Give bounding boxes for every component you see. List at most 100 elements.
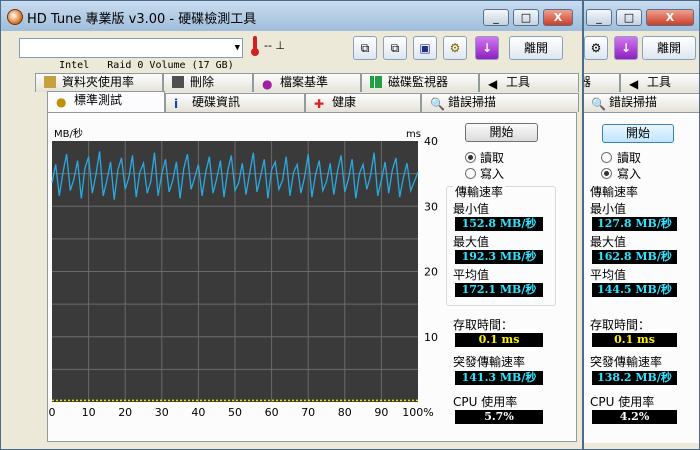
back-cpu-value: 4.2%	[592, 410, 677, 424]
back-tab-error-scan[interactable]: 🔍 錯誤掃描	[584, 93, 699, 112]
back-tab-label: 器	[584, 75, 591, 89]
speaker-icon: ◀	[488, 77, 498, 91]
start-button[interactable]: 開始	[465, 123, 538, 142]
back-cpu-label: CPU 使用率	[590, 395, 655, 409]
max-value: 192.3 MB/秒	[455, 250, 543, 264]
options-icon[interactable]: ⚙	[443, 36, 467, 60]
drive-select-value: Intel Raid 0 Volume (17 GB)	[59, 60, 234, 71]
back-max-value: 162.8 MB/秒	[592, 250, 677, 264]
access-value: 0.1 ms	[455, 333, 543, 347]
main-window: HD Tune 專業版 v3.00 - 硬碟檢測工具 _ □ X Intel R…	[0, 0, 583, 450]
magnifier-icon: 🔍	[430, 97, 445, 111]
max-label: 最大值	[453, 235, 490, 249]
radio-write[interactable]	[465, 168, 476, 179]
x-tick: 90	[374, 406, 388, 419]
back-transfer-label: 傳輸速率	[590, 185, 639, 199]
maximize-button[interactable]: □	[513, 9, 539, 26]
speaker-icon: ◀	[629, 77, 639, 91]
magnifier-icon: 🔍	[591, 97, 606, 111]
transfer-chart: MB/秒ms2001501005040302010010203040506070…	[49, 127, 439, 419]
back-min-value: 127.8 MB/秒	[592, 217, 677, 231]
tab-benchmark[interactable]: ● 標準測試	[47, 91, 165, 112]
cpu-label: CPU 使用率	[453, 395, 518, 409]
copy-info-icon[interactable]: ⧉	[353, 36, 377, 60]
back-window: _ □ X ⚙ ↓ 離開 器 ◀ 工具 🔍錯誤掃描 開始 讀取 寫入 傳輸速率 最…	[583, 0, 700, 450]
tab-tools[interactable]: ◀ 工具	[479, 73, 579, 92]
window-title: HD Tune 專業版 v3.00 - 硬碟檢測工具	[27, 12, 257, 27]
back-max-label: 最大值	[590, 235, 627, 249]
tab-label: 健康	[332, 95, 357, 109]
back-panel: 開始 讀取 寫入 傳輸速率 最小值 127.8 MB/秒 最大值 162.8 M…	[584, 112, 699, 443]
back-tab-monitor[interactable]: 器	[584, 73, 620, 92]
x-tick: 0	[49, 406, 56, 419]
tab-file-benchmark[interactable]: ● 檔案基準	[253, 73, 361, 92]
tab-health[interactable]: ✚ 健康	[305, 93, 421, 112]
main-toolbar: Intel Raid 0 Volume (17 GB) ▼ -- ⊥ ⧉ ⧉ ▣…	[1, 31, 582, 71]
back-title-bar: _ □ X	[584, 1, 699, 31]
exit-button[interactable]: 離開	[509, 36, 563, 60]
y-tick-right: 40	[424, 135, 438, 148]
tab-disk-monitor[interactable]: 磁碟監視器	[361, 73, 479, 92]
drive-select[interactable]: Intel Raid 0 Volume (17 GB) ▼	[19, 38, 243, 71]
back-radio-read[interactable]	[601, 152, 612, 163]
minimize-button[interactable]: _	[483, 9, 509, 26]
bar-chart-icon	[370, 76, 382, 88]
back-tab-label: 錯誤掃描	[609, 95, 658, 109]
back-exit-button[interactable]: 離開	[642, 36, 696, 60]
radio-read[interactable]	[465, 152, 476, 163]
avg-label: 平均值	[453, 268, 490, 282]
hd-tune-icon	[7, 9, 23, 25]
back-minimize-button[interactable]: _	[586, 9, 612, 26]
bulb-icon: ●	[262, 77, 273, 91]
burst-label: 突發傳輸速率	[453, 355, 526, 369]
back-benchmark-icon[interactable]: ⚙	[584, 36, 608, 60]
copy-image-icon[interactable]: ⧉	[383, 36, 407, 60]
x-tick: 100%	[402, 406, 433, 419]
download-icon[interactable]: ↓	[475, 36, 499, 60]
back-close-button[interactable]: X	[646, 9, 694, 26]
x-tick: 30	[155, 406, 169, 419]
tab-label: 刪除	[190, 75, 215, 89]
back-radio-write[interactable]	[601, 168, 612, 179]
back-access-value: 0.1 ms	[592, 333, 677, 347]
trash-icon	[172, 76, 184, 88]
x-tick: 60	[265, 406, 279, 419]
back-access-label: 存取時間：	[590, 318, 651, 332]
tab-info[interactable]: i 硬碟資訊	[165, 93, 305, 112]
tab-label: 磁碟監視器	[388, 75, 449, 89]
close-button[interactable]: X	[543, 9, 573, 26]
bulb-icon: ●	[56, 95, 67, 109]
x-tick: 40	[191, 406, 205, 419]
chevron-down-icon: ▼	[234, 43, 240, 53]
benchmark-panel: MB/秒ms2001501005040302010010203040506070…	[47, 112, 577, 442]
back-burst-value: 138.2 MB/秒	[592, 371, 677, 385]
y-axis-label-left: MB/秒	[54, 127, 83, 140]
tab-label: 工具	[506, 75, 531, 89]
back-tab-label: 工具	[647, 75, 672, 89]
read-label: 讀取	[480, 151, 505, 165]
avg-value: 172.1 MB/秒	[455, 283, 543, 297]
tab-erase[interactable]: 刪除	[163, 73, 253, 92]
tab-label: 硬碟資訊	[192, 95, 241, 109]
x-tick: 70	[301, 406, 315, 419]
thermometer-icon	[251, 36, 259, 56]
access-label: 存取時間：	[453, 318, 514, 332]
tab-label: 資料夾使用率	[62, 75, 135, 89]
back-min-label: 最小值	[590, 202, 627, 216]
tab-label: 錯誤掃描	[448, 95, 497, 109]
health-cross-icon: ✚	[314, 97, 325, 111]
save-icon[interactable]: ▣	[413, 36, 437, 60]
back-start-button[interactable]: 開始	[602, 124, 674, 143]
back-download-icon[interactable]: ↓	[614, 36, 638, 60]
back-tab-tools[interactable]: ◀ 工具	[620, 73, 699, 92]
tab-folder-usage[interactable]: 資料夾使用率	[35, 73, 163, 92]
burst-value: 141.3 MB/秒	[455, 371, 543, 385]
back-write-label: 寫入	[617, 167, 642, 181]
info-icon: i	[174, 97, 179, 111]
tab-error-scan[interactable]: 🔍 錯誤掃描	[421, 93, 579, 112]
x-tick: 50	[228, 406, 242, 419]
temperature-readout: -- ⊥	[264, 39, 286, 52]
back-maximize-button[interactable]: □	[616, 9, 642, 26]
back-read-label: 讀取	[617, 151, 642, 165]
transfer-label: 傳輸速率	[453, 183, 506, 200]
